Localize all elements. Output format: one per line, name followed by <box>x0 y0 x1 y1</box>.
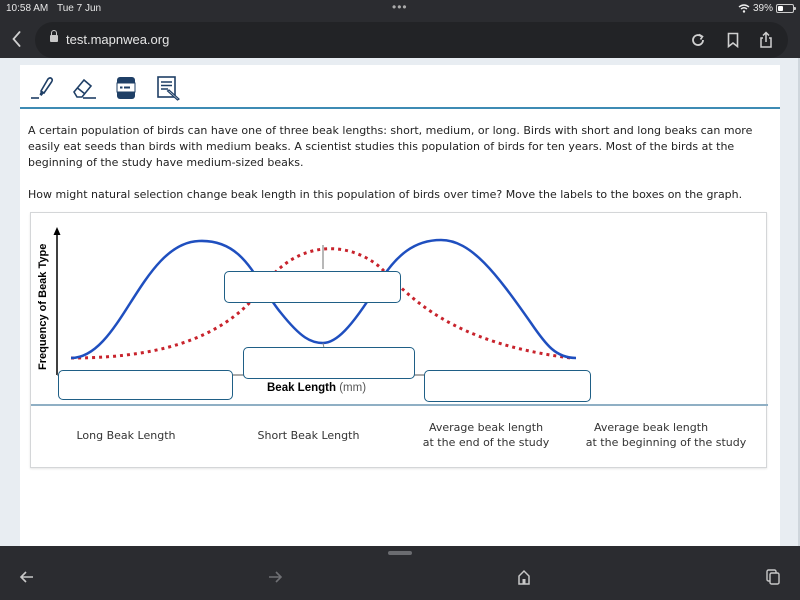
label-average-end-of-study[interactable]: Average beak length at the end of the st… <box>416 420 556 450</box>
battery-fill <box>778 6 783 11</box>
label-text-line2: at the end of the study <box>422 436 550 449</box>
question-prompt: How might natural selection change beak … <box>28 188 743 201</box>
highlighter-icon[interactable] <box>28 73 56 101</box>
tool-bar <box>20 65 780 109</box>
label-average-beginning-of-study[interactable]: Average beak length at the beginning of … <box>576 420 756 450</box>
y-axis-arrow <box>53 227 61 235</box>
drag-drop-interaction: Frequency of Beak Type Beak Length (mm) … <box>30 212 768 468</box>
label-long-beak-length[interactable]: Long Beak Length <box>71 428 181 443</box>
label-text-line1: Average beak length <box>428 421 544 434</box>
notepad-icon[interactable] <box>154 73 182 101</box>
question-text: A certain population of birds can have o… <box>28 123 773 219</box>
drag-handle[interactable] <box>388 551 412 555</box>
battery-icon <box>776 4 796 13</box>
reload-icon[interactable] <box>689 31 707 49</box>
url-text[interactable]: test.mapnwea.org <box>66 32 169 47</box>
line-reader-icon[interactable] <box>112 73 140 101</box>
tabs-icon[interactable] <box>764 568 782 586</box>
lock-icon <box>50 30 58 42</box>
x-axis-label-main: Beak Length <box>267 382 336 394</box>
forward-arrow-icon[interactable] <box>266 568 284 586</box>
label-bank: Long Beak Length Short Beak Length Avera… <box>31 408 768 468</box>
test-content: A certain population of birds can have o… <box>20 65 780 546</box>
bookmark-icon[interactable] <box>724 31 742 49</box>
back-arrow-icon[interactable] <box>18 568 36 586</box>
question-stem: A certain population of birds can have o… <box>28 124 753 169</box>
drop-box-bottom-right[interactable] <box>424 370 591 402</box>
label-text-line2: at the beginning of the study <box>585 436 747 449</box>
status-date: Tue 7 Jun <box>57 3 102 14</box>
curve-beginning-of-study <box>70 247 572 360</box>
x-axis-label-unit: (mm) <box>336 382 366 394</box>
page: A certain population of birds can have o… <box>0 58 800 546</box>
back-icon[interactable] <box>10 29 24 49</box>
eraser-icon[interactable] <box>70 73 98 101</box>
graph-area: Frequency of Beak Type Beak Length (mm) <box>31 213 768 406</box>
browser-toolbar: test.mapnwea.org <box>0 20 800 58</box>
home-icon[interactable] <box>515 568 533 586</box>
label-text-line1: Average beak length <box>593 421 709 434</box>
x-axis-label: Beak Length (mm) <box>267 382 366 394</box>
drop-box-top-center[interactable] <box>224 271 401 303</box>
drop-box-bottom-center[interactable] <box>243 347 415 379</box>
status-time: 10:58 AM <box>6 3 49 14</box>
status-right: 39% <box>738 3 796 14</box>
browser-bottom-bar <box>0 546 800 600</box>
wifi-icon <box>738 4 750 13</box>
share-icon[interactable] <box>757 31 775 49</box>
drop-box-bottom-left[interactable] <box>58 370 233 400</box>
battery-percent: 39% <box>752 3 773 14</box>
label-text: Long Beak Length <box>76 429 176 442</box>
y-axis-label: Frequency of Beak Type <box>37 244 49 370</box>
status-bar: 10:58 AM Tue 7 Jun ••• 39% <box>0 0 800 20</box>
address-bar[interactable]: test.mapnwea.org <box>35 22 788 58</box>
multitasking-dots-icon[interactable]: ••• <box>392 0 408 14</box>
label-text: Short Beak Length <box>257 429 360 442</box>
label-short-beak-length[interactable]: Short Beak Length <box>251 428 366 443</box>
